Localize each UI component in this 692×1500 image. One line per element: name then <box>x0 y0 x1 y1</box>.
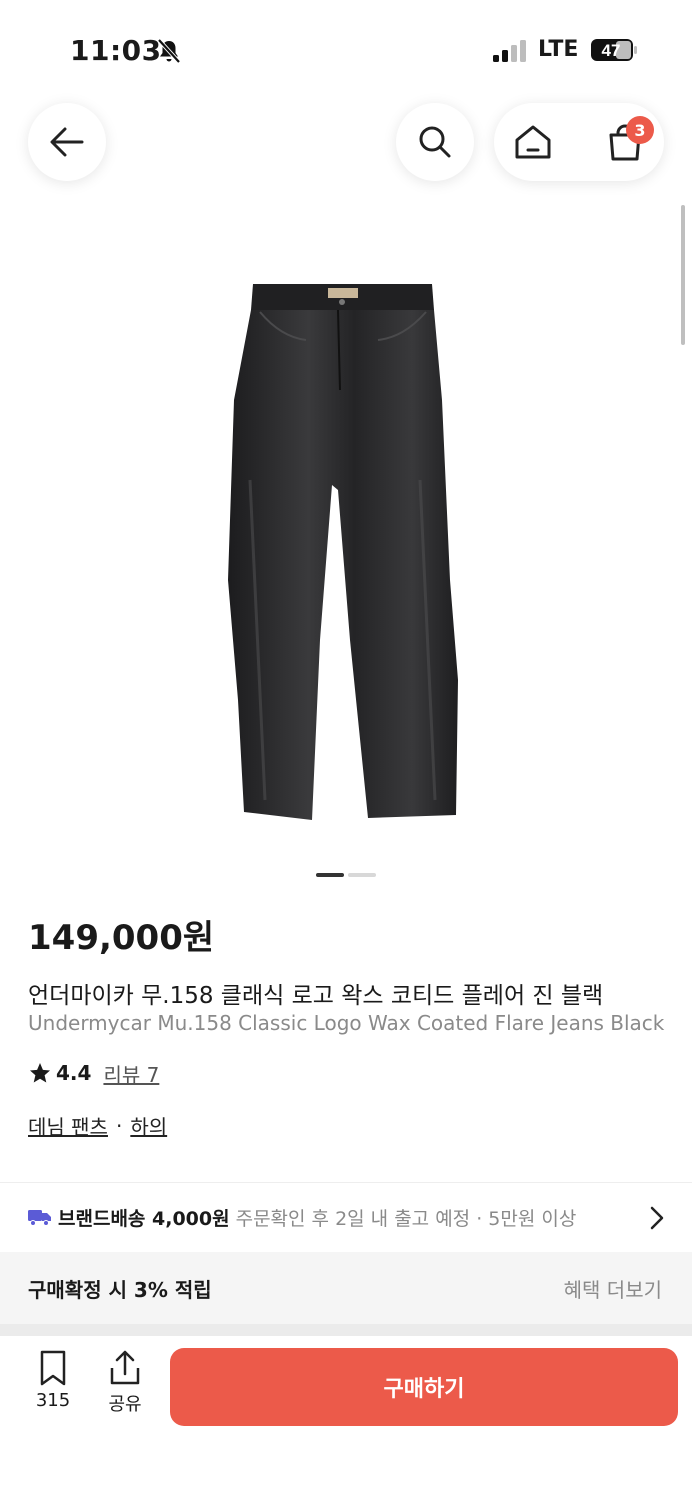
rating-value: 4.4 <box>56 1061 92 1085</box>
image-pagination <box>316 873 376 877</box>
product-title-ko: 언더마이카 무.158 클래식 로고 왁스 코티드 플레어 진 블랙 <box>28 983 604 1009</box>
chevron-right-icon[interactable] <box>650 1206 664 1230</box>
pagination-dot-active[interactable] <box>316 873 344 877</box>
scroll-indicator <box>681 205 685 345</box>
bookmark-icon <box>40 1350 66 1386</box>
share-icon <box>110 1350 140 1385</box>
status-bar: 11:03 LTE 47 <box>0 0 692 100</box>
shipping-info-row[interactable]: 브랜드배송 4,000원 주문확인 후 2일 내 출고 예정 · 5만원 이상 <box>28 1200 692 1234</box>
cart-count-badge: 3 <box>626 116 654 144</box>
home-cart-group: 3 <box>494 103 664 181</box>
benefit-bar: 구매확정 시 3% 적립 혜택 더보기 <box>0 1252 692 1324</box>
shipping-label: 브랜드배송 4,000원 <box>58 1207 230 1230</box>
category-link-bottoms[interactable]: 하의 <box>130 1111 167 1140</box>
rating-row: 4.4 리뷰 7 <box>28 1058 159 1088</box>
category-breadcrumb: 데님 팬츠 · 하의 <box>28 1111 167 1140</box>
back-button[interactable] <box>28 103 106 181</box>
battery-icon: 47 <box>591 39 637 61</box>
benefit-text: 구매확정 시 3% 적립 <box>28 1278 212 1302</box>
bookmark-button[interactable]: 315 <box>30 1350 76 1420</box>
home-icon[interactable] <box>512 121 554 163</box>
cellular-signal-icon <box>493 40 526 62</box>
section-divider <box>0 1182 692 1183</box>
star-icon <box>30 1063 50 1083</box>
category-link-denim[interactable]: 데님 팬츠 <box>28 1111 108 1140</box>
status-time: 11:03 <box>70 34 162 67</box>
network-type: LTE <box>538 37 579 62</box>
product-title-en: Undermycar Mu.158 Classic Logo Wax Coate… <box>28 1011 665 1035</box>
product-image[interactable] <box>220 280 480 825</box>
delivery-truck-icon <box>28 1210 51 1226</box>
buy-button[interactable]: 구매하기 <box>170 1348 678 1426</box>
section-separator <box>0 1324 692 1336</box>
shipping-detail: 주문확인 후 2일 내 출고 예정 · 5만원 이상 <box>235 1207 577 1230</box>
category-separator: · <box>115 1113 123 1138</box>
product-price: 149,000원 <box>28 918 215 958</box>
review-link[interactable]: 리뷰 7 <box>103 1059 159 1088</box>
bookmark-count: 315 <box>35 1390 71 1411</box>
battery-level: 47 <box>602 41 621 60</box>
search-button[interactable] <box>396 103 474 181</box>
arrow-left-icon <box>50 127 84 157</box>
benefit-more-link[interactable]: 혜택 더보기 <box>564 1274 662 1303</box>
bell-off-icon <box>157 38 181 64</box>
bottom-action-bar: 315 공유 구매하기 <box>0 1336 692 1500</box>
share-button[interactable]: 공유 <box>102 1350 148 1420</box>
search-icon <box>419 126 451 158</box>
pagination-dot[interactable] <box>348 873 376 877</box>
share-label: 공유 <box>108 1394 142 1415</box>
shipping-fade <box>600 1198 644 1236</box>
